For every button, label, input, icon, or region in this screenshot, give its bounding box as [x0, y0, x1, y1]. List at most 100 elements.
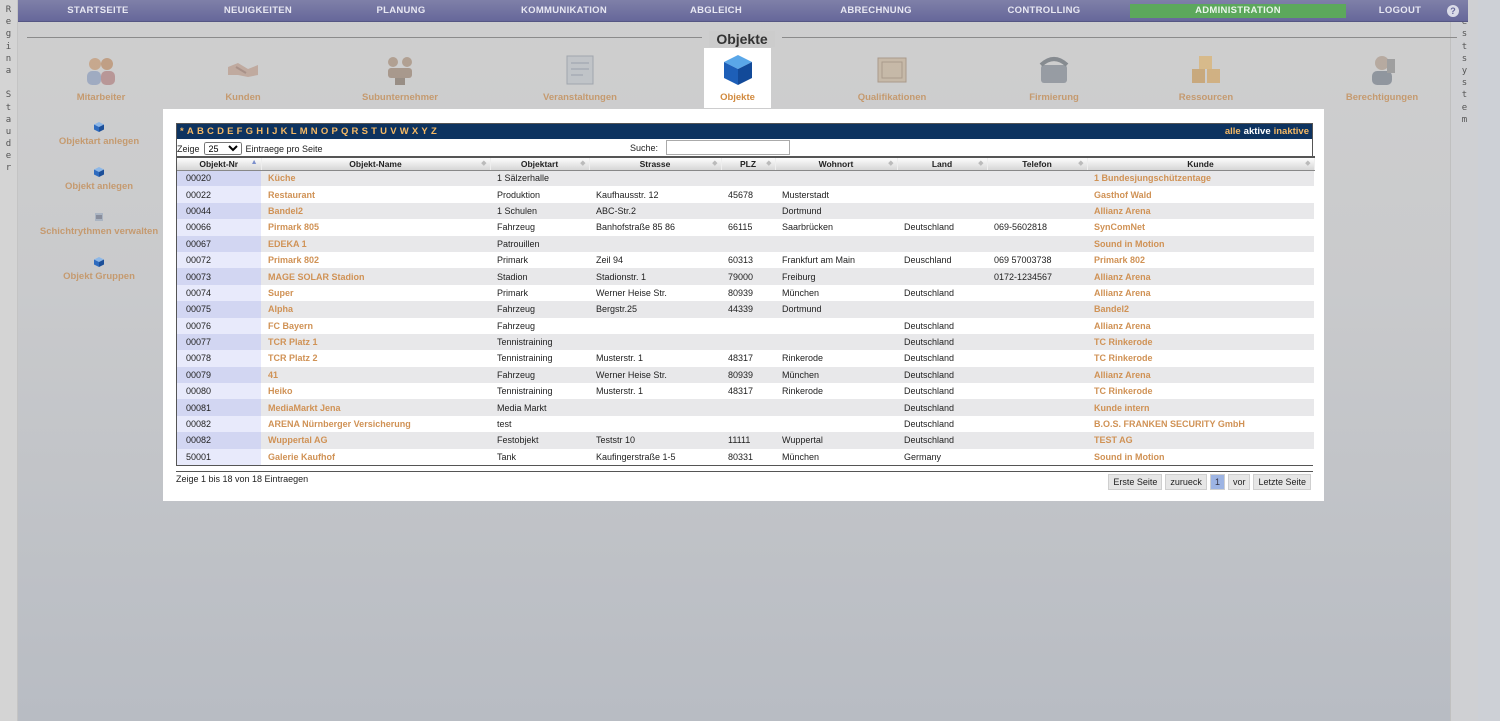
nav-abgleich[interactable]: ABGLEICH [636, 0, 796, 22]
col-land[interactable]: Land ◆ [897, 156, 988, 171]
alphabet-letter[interactable]: U [380, 126, 387, 137]
cell-objekt-name[interactable]: Heiko [261, 383, 490, 400]
alphabet-letter[interactable]: N [311, 126, 318, 137]
alphabet-letter[interactable]: M [300, 126, 308, 137]
col-objekt-nr[interactable]: Objekt-Nr ▲ [177, 156, 262, 171]
cell-kunde[interactable]: SynComNet [1087, 219, 1314, 236]
cell-kunde[interactable]: TEST AG [1087, 432, 1314, 449]
table-row[interactable]: 00078 TCR Platz 2 Tennistraining Musterstr.… [177, 350, 1314, 367]
action-schichtrythmen-verwalten[interactable]: Schichtrythmen verwalten [24, 212, 174, 237]
nav-planung[interactable]: PLANUNG [321, 0, 481, 22]
filter-active[interactable]: aktive [1244, 126, 1271, 137]
alphabet-letter[interactable]: C [207, 126, 214, 137]
table-row[interactable]: 00073 MAGE SOLAR Stadion Stadion Stadionstr… [177, 268, 1314, 285]
nav-controlling[interactable]: CONTROLLING [964, 0, 1124, 22]
nav-abrechnung[interactable]: ABRECHNUNG [796, 0, 956, 22]
cell-objekt-name[interactable]: Restaurant [261, 186, 490, 203]
table-row[interactable]: 00077 TCR Platz 1 Tennistraining Deutschlan… [177, 333, 1314, 351]
cell-objekt-name[interactable]: Wuppertal AG [261, 432, 490, 449]
page-size-select[interactable]: 25 [203, 142, 242, 155]
alphabet-letter[interactable]: H [256, 126, 263, 137]
scrollbar-track[interactable] [1478, 0, 1500, 721]
cell-objekt-name[interactable]: 41 [261, 366, 490, 384]
cell-kunde[interactable]: Allianz Arena [1087, 366, 1314, 384]
alphabet-letter[interactable]: T [371, 126, 377, 137]
prev-page-button[interactable]: zurueck [1165, 474, 1207, 490]
module-subunternehmer[interactable]: Subunternehmer [335, 48, 465, 108]
table-row[interactable]: 00020 Küche 1 Sälzerhalle 1 Bundesjungschüt… [177, 170, 1314, 187]
action-objekt-gruppen[interactable]: Objekt Gruppen [24, 257, 174, 282]
alphabet-letter[interactable]: F [237, 126, 243, 137]
alphabet-letter[interactable]: L [291, 126, 297, 137]
cell-kunde[interactable]: Allianz Arena [1087, 317, 1314, 334]
module-kunden[interactable]: Kunden [178, 48, 308, 108]
cell-kunde[interactable]: Sound in Motion [1087, 448, 1314, 466]
table-row[interactable]: 00076 FC Bayern Fahrzeug Deutschland Allianz… [177, 317, 1314, 334]
alphabet-letter[interactable]: E [227, 126, 233, 137]
module-ressourcen[interactable]: Ressourcen [1141, 48, 1271, 108]
cell-objekt-name[interactable]: FC Bayern [261, 317, 490, 334]
table-row[interactable]: 50001 Galerie Kaufhof Tank Kaufingerstraße … [177, 448, 1314, 466]
alphabet-letter[interactable]: S [362, 126, 368, 137]
cell-kunde[interactable]: Sound in Motion [1087, 235, 1314, 252]
table-row[interactable]: 00082 Wuppertal AG Festobjekt Teststr 10 111… [177, 432, 1314, 449]
table-row[interactable]: 00075 Alpha Fahrzeug Bergstr.25 44339 Dortmun… [177, 301, 1314, 318]
alphabet-letter[interactable]: A [187, 126, 194, 137]
cell-kunde[interactable]: TC Rinkerode [1087, 383, 1314, 400]
cell-kunde[interactable]: Allianz Arena [1087, 268, 1314, 285]
col-strasse[interactable]: Strasse ◆ [589, 156, 722, 171]
cell-kunde[interactable]: Allianz Arena [1087, 202, 1314, 220]
col-wohnort[interactable]: Wohnort ◆ [775, 156, 898, 171]
alphabet-letter[interactable]: X [412, 126, 418, 137]
cell-kunde[interactable]: Primark 802 [1087, 251, 1314, 269]
cell-objekt-name[interactable]: Super [261, 284, 490, 302]
alphabet-letter[interactable]: G [246, 126, 253, 137]
col-objekt-name[interactable]: Objekt-Name ◆ [261, 156, 491, 171]
alphabet-letter[interactable]: R [352, 126, 359, 137]
alphabet-letter[interactable]: O [321, 126, 328, 137]
col-telefon[interactable]: Telefon ◆ [987, 156, 1088, 171]
cell-objekt-name[interactable]: MediaMarkt Jena [261, 399, 490, 416]
module-mitarbeiter[interactable]: Mitarbeiter [36, 48, 166, 108]
cell-kunde[interactable]: TC Rinkerode [1087, 350, 1314, 367]
cell-kunde[interactable]: Gasthof Wald [1087, 186, 1314, 203]
nav-startseite[interactable]: STARTSEITE [18, 0, 178, 22]
table-row[interactable]: 00081 MediaMarkt Jena Media Markt Deutschla… [177, 399, 1314, 416]
alphabet-letter[interactable]: B [197, 126, 204, 137]
module-qualifikationen[interactable]: Qualifikationen [827, 48, 957, 108]
module-objekte[interactable]: Objekte [704, 48, 771, 108]
col-kunde[interactable]: Kunde ◆ [1087, 156, 1315, 171]
cell-objekt-name[interactable]: Primark 802 [261, 251, 490, 269]
cell-objekt-name[interactable]: TCR Platz 2 [261, 350, 490, 367]
cell-objekt-name[interactable]: EDEKA 1 [261, 235, 490, 252]
table-row[interactable]: 00074 Super Primark Werner Heise Str. 80939 M… [177, 284, 1314, 302]
cell-objekt-name[interactable]: Pirmark 805 [261, 219, 490, 236]
next-page-button[interactable]: vor [1227, 474, 1251, 490]
cell-kunde[interactable]: Kunde intern [1087, 399, 1314, 416]
cell-objekt-name[interactable]: Galerie Kaufhof [261, 448, 490, 466]
cell-objekt-name[interactable]: ARENA Nürnberger Versicherung [261, 415, 490, 433]
cell-objekt-name[interactable]: TCR Platz 1 [261, 333, 490, 351]
module-berechtigungen[interactable]: Berechtigungen [1317, 48, 1447, 108]
cell-kunde[interactable]: Allianz Arena [1087, 284, 1314, 302]
table-row[interactable]: 00044 Bandel2 1 Schulen ABC-Str.2 Dortmund Al… [177, 202, 1314, 220]
cell-kunde[interactable]: B.O.S. FRANKEN SECURITY GmbH [1087, 415, 1314, 433]
module-firmierung[interactable]: Firmierung [989, 48, 1119, 108]
filter-all[interactable]: alle [1225, 126, 1241, 137]
cell-kunde[interactable]: 1 Bundesjungschützentage [1087, 170, 1314, 187]
cell-kunde[interactable]: Bandel2 [1087, 301, 1314, 318]
col-objektart[interactable]: Objektart ◆ [490, 156, 590, 171]
search-input[interactable] [666, 140, 790, 155]
alphabet-letter[interactable]: D [217, 126, 224, 137]
cell-objekt-name[interactable]: MAGE SOLAR Stadion [261, 268, 490, 285]
filter-inactive[interactable]: inaktive [1274, 126, 1309, 137]
nav-neuigkeiten[interactable]: NEUIGKEITEN [178, 0, 338, 22]
module-veranstaltungen[interactable]: Veranstaltungen [515, 48, 645, 108]
cell-objekt-name[interactable]: Bandel2 [261, 202, 490, 220]
table-row[interactable]: 00067 EDEKA 1 Patrouillen Sound in Motion [177, 235, 1314, 252]
cell-kunde[interactable]: TC Rinkerode [1087, 333, 1314, 351]
nav-administration[interactable]: ADMINISTRATION [1130, 4, 1346, 18]
current-page-button[interactable]: 1 [1209, 474, 1225, 490]
table-row[interactable]: 00080 Heiko Tennistraining Musterstr. 1 4831… [177, 383, 1314, 400]
help-icon[interactable]: ? [1447, 5, 1459, 17]
